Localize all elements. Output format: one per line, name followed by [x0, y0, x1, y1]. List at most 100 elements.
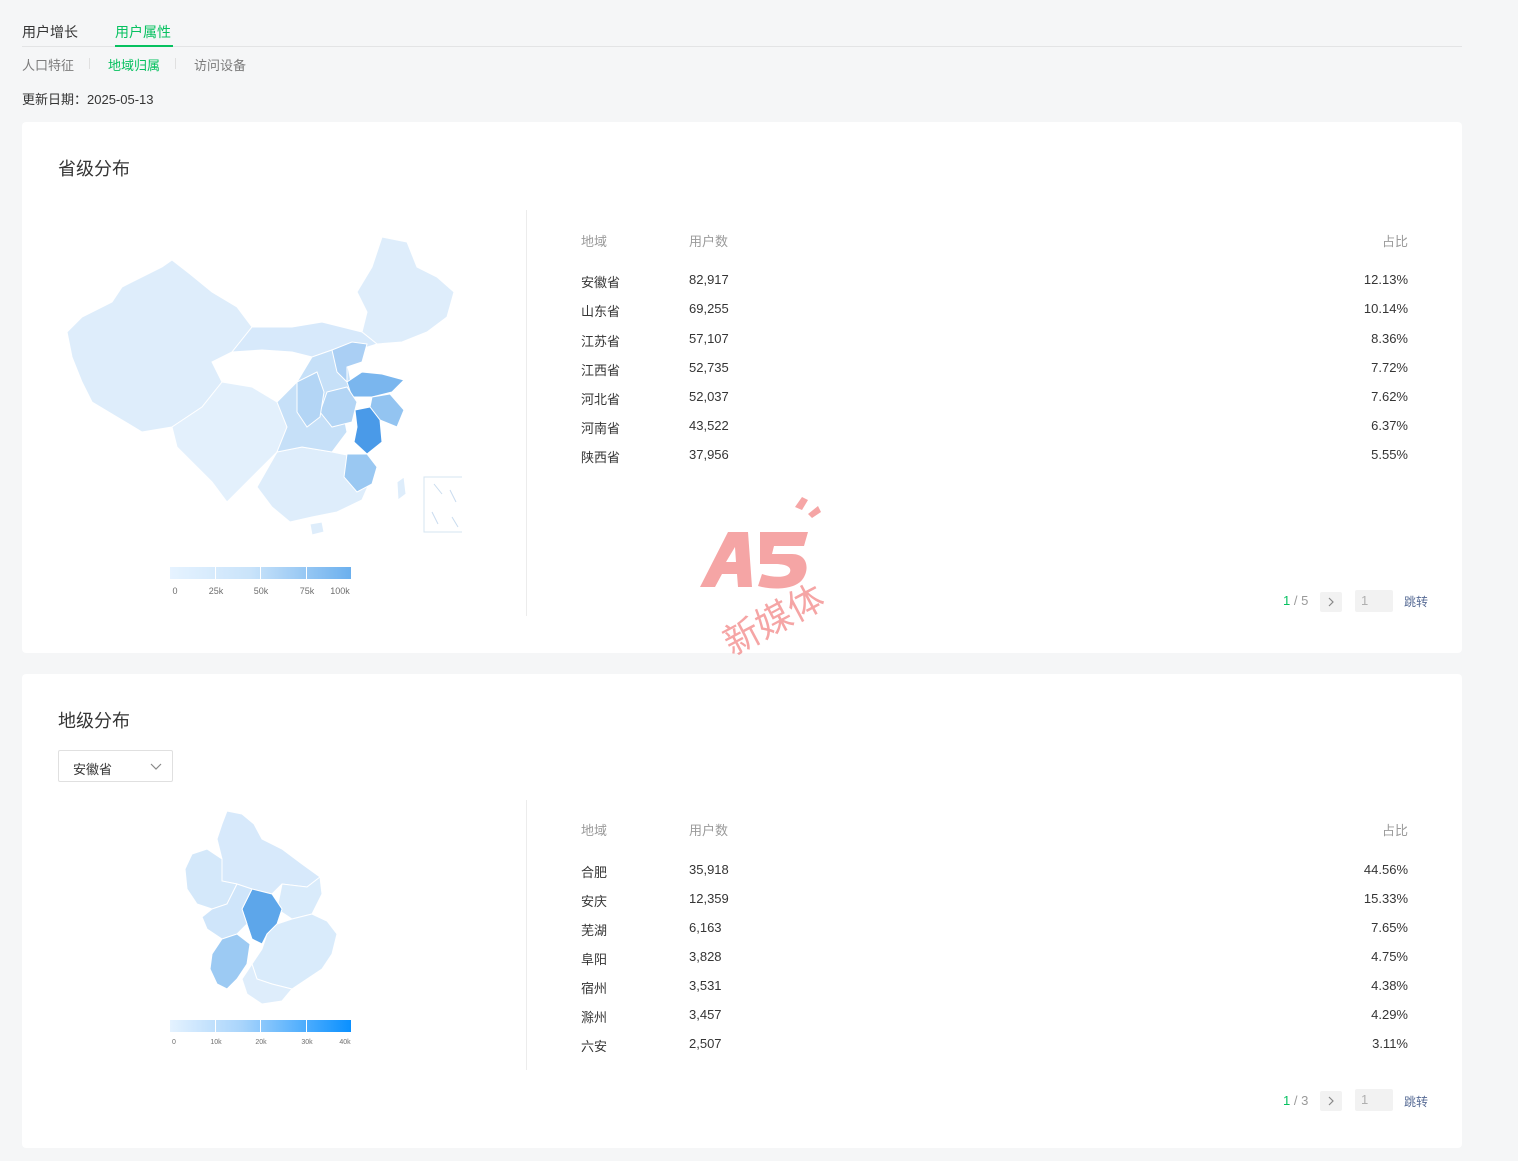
legend-label: 40k: [339, 1039, 351, 1046]
legend-label: 10k: [210, 1039, 222, 1046]
users-cell: 6,163: [689, 920, 722, 935]
tab-separator: [175, 58, 176, 69]
next-page-button[interactable]: [1320, 1091, 1342, 1111]
pagination-indicator: 1 / 5: [1283, 593, 1308, 608]
map-region-taiwan[interactable]: [396, 476, 407, 501]
jump-button[interactable]: 跳转: [1404, 593, 1428, 610]
legend-label: 25k: [208, 586, 224, 596]
users-cell: 69,255: [689, 301, 729, 316]
chevron-right-icon: [1328, 1096, 1334, 1106]
region-cell: 陕西省: [581, 450, 621, 465]
legend-tick: [215, 567, 216, 579]
vertical-divider: [526, 210, 527, 616]
pagination-indicator: 1 / 3: [1283, 1093, 1308, 1108]
tab-separator: [89, 58, 90, 69]
ratio-cell: 3.11%: [1372, 1036, 1408, 1051]
ratio-cell: 12.13%: [1363, 272, 1408, 287]
province-select[interactable]: 安徽省: [58, 750, 173, 782]
ratio-cell: 6.37%: [1371, 418, 1408, 433]
users-cell: 37,956: [689, 447, 729, 462]
legend-color-scale: [170, 1020, 351, 1032]
legend-tick: [306, 567, 307, 579]
legend-tick: [260, 1020, 261, 1032]
legend-label: 0: [172, 1039, 176, 1046]
region-cell: 河南省: [581, 421, 621, 436]
users-cell: 43,522: [689, 418, 729, 433]
ratio-cell: 15.33%: [1363, 891, 1408, 906]
region-cell: 滁州: [581, 1010, 608, 1025]
card-title: 省级分布: [58, 159, 130, 179]
legend-label: 20k: [255, 1039, 267, 1046]
region-cell: 安庆: [581, 894, 608, 909]
card-title: 地级分布: [58, 711, 130, 731]
jump-button[interactable]: 跳转: [1404, 1093, 1428, 1110]
south-china-sea-islands: [431, 483, 459, 528]
map-region-hainan[interactable]: [309, 521, 325, 536]
ratio-cell: 7.62%: [1371, 389, 1408, 404]
users-cell: 2,507: [689, 1036, 722, 1051]
ratio-cell: 44.56%: [1363, 862, 1408, 877]
legend-label: 0: [172, 586, 178, 596]
users-cell: 3,457: [689, 1007, 722, 1022]
tab-user-growth[interactable]: 用户增长: [22, 22, 78, 42]
region-cell: 六安: [581, 1039, 608, 1054]
column-header-region: 地域: [581, 823, 608, 838]
anhui-map: [184, 810, 338, 1005]
update-date: 更新日期：2025-05-13: [22, 89, 154, 108]
ratio-cell: 10.14%: [1363, 301, 1408, 316]
map-region-northeast[interactable]: [356, 236, 455, 345]
subtab-region[interactable]: 地域归属: [108, 55, 160, 74]
column-header-users: 用户数: [689, 234, 729, 249]
city-distribution-card: 地级分布 安徽省 0 10k 20k 30k 40k 地域 用户数 占比 合肥 …: [22, 674, 1462, 1148]
region-cell: 江西省: [581, 363, 621, 378]
users-cell: 52,037: [689, 389, 729, 404]
map-region-shandong[interactable]: [346, 371, 405, 398]
users-cell: 12,359: [689, 891, 729, 906]
users-cell: 52,735: [689, 360, 729, 375]
page-number-input[interactable]: 1: [1355, 1089, 1393, 1111]
current-page: 1: [1283, 1093, 1291, 1108]
current-page: 1: [1283, 593, 1291, 608]
legend-label: 50k: [253, 586, 269, 596]
primary-tabs: 用户增长 用户属性: [22, 18, 1462, 47]
ratio-cell: 4.38%: [1371, 978, 1408, 993]
legend-label: 30k: [301, 1039, 313, 1046]
subtab-demographics[interactable]: 人口特征: [22, 55, 74, 74]
region-cell: 山东省: [581, 304, 621, 319]
ratio-cell: 5.55%: [1371, 447, 1408, 462]
region-cell: 安徽省: [581, 275, 621, 290]
region-cell: 芜湖: [581, 923, 608, 938]
tab-user-attributes[interactable]: 用户属性: [115, 22, 171, 42]
region-cell: 阜阳: [581, 952, 608, 967]
users-cell: 35,918: [689, 862, 729, 877]
region-cell: 宿州: [581, 981, 608, 996]
page-number-input[interactable]: 1: [1355, 590, 1393, 612]
a5-watermark-logo: 新媒体: [700, 497, 832, 664]
chevron-down-icon: [150, 763, 162, 770]
vertical-divider: [526, 800, 527, 1070]
total-pages: / 5: [1293, 593, 1309, 608]
active-tab-underline: [115, 45, 173, 47]
legend-label: 75k: [299, 586, 315, 596]
users-cell: 3,531: [689, 978, 722, 993]
column-header-ratio: 占比: [1381, 234, 1408, 249]
watermark-text: 新媒体: [717, 577, 832, 664]
column-header-users: 用户数: [689, 823, 729, 838]
subtab-devices[interactable]: 访问设备: [194, 55, 246, 74]
legend-tick: [260, 567, 261, 579]
chevron-right-icon: [1328, 597, 1334, 607]
region-cell: 合肥: [581, 865, 608, 880]
legend-label: 100k: [330, 586, 350, 596]
ratio-cell: 4.29%: [1371, 1007, 1408, 1022]
legend-tick: [215, 1020, 216, 1032]
users-cell: 57,107: [689, 331, 729, 346]
next-page-button[interactable]: [1320, 592, 1342, 612]
ratio-cell: 7.72%: [1371, 360, 1408, 375]
province-select-value: 安徽省: [73, 762, 113, 777]
region-cell: 河北省: [581, 392, 621, 407]
ratio-cell: 4.75%: [1371, 949, 1408, 964]
ratio-cell: 7.65%: [1371, 920, 1408, 935]
update-date-label: 更新日期：: [22, 92, 88, 107]
legend-color-scale: [170, 567, 351, 579]
map-city-huaibei-suzhou[interactable]: [216, 810, 321, 895]
